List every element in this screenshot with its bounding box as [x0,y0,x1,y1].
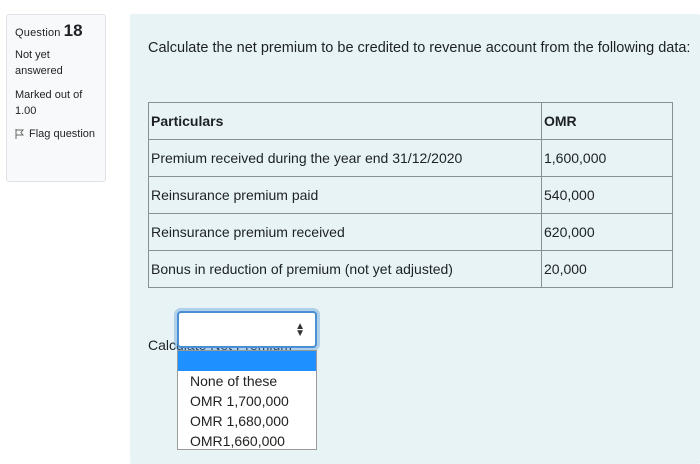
question-text: Calculate the net premium to be credited… [148,40,691,56]
question-state: Not yet answered [15,49,63,77]
net-premium-select[interactable]: ▲ ▼ [177,311,317,348]
question-grade: Marked out of 1.00 [15,89,83,117]
table-cell-particular: Premium received during the year end 31/… [148,139,542,177]
select-option[interactable]: OMR1,660,000 [178,431,316,449]
select-dropdown-list: None of these OMR 1,700,000 OMR 1,680,00… [177,350,317,450]
table-row: Bonus in reduction of premium (not yet a… [148,250,673,288]
table-cell-amount: 540,000 [541,176,673,214]
question-number-heading: Question 18 [15,22,97,42]
table-cell-particular: Reinsurance premium received [148,213,542,251]
column-header-omr: OMR [541,102,673,140]
flag-icon [15,129,24,139]
column-header-particulars: Particulars [148,102,542,140]
table-header-row: Particulars OMR [148,102,673,140]
question-label: Question [15,27,61,39]
question-number: 18 [63,21,83,40]
table-row: Premium received during the year end 31/… [148,139,673,177]
table-row: Reinsurance premium paid 540,000 [148,176,673,214]
question-info-panel: Question 18 Not yet answered Marked out o… [6,14,106,182]
table-cell-particular: Reinsurance premium paid [148,176,542,214]
data-table: Particulars OMR Premium received during … [148,102,673,288]
table-cell-amount: 620,000 [541,213,673,251]
flag-question-link[interactable]: Flag question [15,127,97,141]
select-option[interactable]: OMR 1,700,000 [178,391,316,411]
flag-question-label: Flag question [29,128,96,140]
select-option[interactable]: OMR 1,680,000 [178,411,316,431]
table-cell-amount: 20,000 [541,250,673,288]
table-cell-particular: Bonus in reduction of premium (not yet a… [148,250,542,288]
select-option-blank[interactable] [178,351,316,371]
table-row: Reinsurance premium received 620,000 [148,213,673,251]
updown-caret-icon: ▲ ▼ [295,321,305,339]
select-option[interactable]: None of these [178,371,316,391]
table-cell-amount: 1,600,000 [541,139,673,177]
